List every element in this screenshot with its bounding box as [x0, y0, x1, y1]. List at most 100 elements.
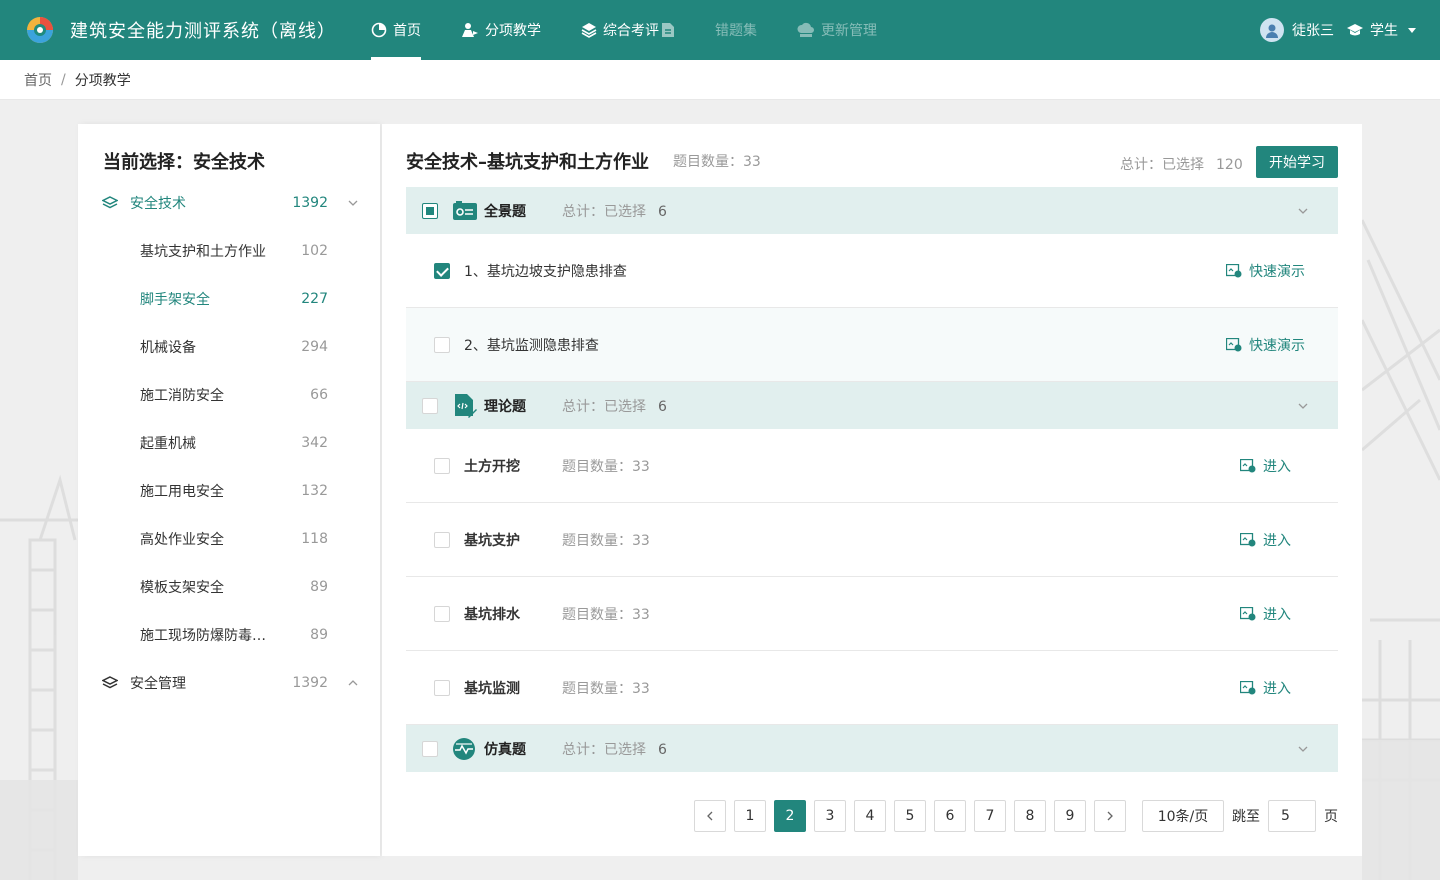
item-label: 基坑支护	[464, 532, 520, 549]
subcategory-count: 66	[310, 387, 328, 403]
question-panel: 安全技术–基坑支护和土方作业 题目数量：33 总计：已选择 120 开始学习 全景…	[382, 124, 1362, 856]
subcategory-count: 89	[310, 579, 328, 595]
item-checkbox[interactable]	[434, 262, 450, 279]
item-label: 基坑排水	[464, 606, 520, 623]
page-button[interactable]: 5	[894, 800, 926, 832]
next-page-button[interactable]	[1094, 800, 1126, 832]
app-title: 建筑安全能力测评系统（离线）	[70, 21, 336, 42]
item-question-count: 题目数量：33	[562, 680, 650, 697]
page-button[interactable]: 3	[814, 800, 846, 832]
group-total: 总计：已选择 6	[562, 201, 667, 221]
subcategory-count: 132	[301, 483, 328, 499]
nav-exam-label: 综合考评	[603, 23, 659, 39]
app-logo-icon	[27, 17, 53, 43]
subcategory-item[interactable]: 高处作业安全 118	[78, 519, 380, 559]
nav-home-label: 首页	[393, 23, 421, 39]
subcategory-count: 118	[301, 531, 328, 547]
quick-demo-label: 快速演示	[1249, 337, 1305, 354]
group-total-label: 总计：已选择	[562, 203, 646, 220]
subcategory-item[interactable]: 施工现场防爆防毒安全 89	[78, 615, 380, 655]
page-button[interactable]: 6	[934, 800, 966, 832]
current-selection-title: 当前选择：安全技术	[103, 152, 265, 173]
group-checkbox[interactable]	[422, 202, 438, 219]
panorama-icon	[453, 200, 477, 220]
group-total-label: 总计：已选择	[562, 398, 646, 415]
subcategory-item[interactable]: 基坑支护和土方作业 102	[78, 231, 380, 271]
jump-to-input[interactable]	[1268, 800, 1316, 832]
user-avatar-icon	[1266, 24, 1278, 38]
subcategory-item[interactable]: 机械设备 294	[78, 327, 380, 367]
enter-label: 进入	[1263, 458, 1291, 475]
page-button[interactable]: 7	[974, 800, 1006, 832]
item-question-count: 题目数量：33	[562, 606, 650, 623]
subcategory-item[interactable]: 模板支架安全 89	[78, 567, 380, 607]
item-checkbox[interactable]	[434, 605, 450, 622]
nav-home[interactable]: 首页	[371, 0, 421, 60]
page-button-current[interactable]: 2	[774, 800, 806, 832]
category-safety-management[interactable]: 安全管理 1392	[78, 663, 380, 703]
demo-play-icon	[1226, 263, 1242, 277]
teaching-icon	[462, 23, 478, 37]
group-checkbox[interactable]	[422, 740, 438, 757]
home-pie-icon	[371, 22, 387, 38]
nav-teaching[interactable]: 分项教学	[461, 0, 541, 60]
nav-exam[interactable]: 综合考评	[581, 0, 675, 60]
subcategory-item[interactable]: 施工用电安全 132	[78, 471, 380, 511]
page-button[interactable]: 1	[734, 800, 766, 832]
subcategory-label: 施工用电安全	[140, 484, 224, 500]
subcategory-label: 机械设备	[140, 340, 196, 356]
item-checkbox[interactable]	[434, 336, 450, 353]
enter-label: 进入	[1263, 606, 1291, 623]
subcategory-item[interactable]: 脚手架安全 227	[78, 279, 380, 319]
start-learning-button[interactable]: 开始学习	[1256, 146, 1338, 178]
total-selected: 总计：已选择 120	[1120, 154, 1243, 174]
quick-demo-button[interactable]: 快速演示	[1226, 335, 1305, 355]
nav-wrong-questions: 错题集	[715, 0, 757, 60]
chevron-down-icon	[1298, 208, 1308, 214]
enter-button[interactable]: 进入	[1240, 604, 1291, 624]
chevron-left-icon	[707, 811, 713, 821]
item-checkbox[interactable]	[434, 531, 450, 548]
category-safety-technology[interactable]: 安全技术 1392	[78, 183, 380, 223]
page-button[interactable]: 9	[1054, 800, 1086, 832]
prev-page-button[interactable]	[694, 800, 726, 832]
enter-label: 进入	[1263, 532, 1291, 549]
item-checkbox[interactable]	[434, 679, 450, 696]
group-header-panorama[interactable]: 全景题 总计：已选择 6	[406, 187, 1338, 234]
item-question-count: 题目数量：33	[562, 458, 650, 475]
list-item: 基坑支护 题目数量：33 进入	[406, 503, 1338, 577]
subcategory-label: 高处作业安全	[140, 532, 224, 548]
group-header-theory[interactable]: 理论题 总计：已选择 6	[406, 382, 1338, 429]
enter-button[interactable]: 进入	[1240, 456, 1291, 476]
user-menu[interactable]: 徒张三 学生	[1260, 0, 1416, 60]
simulation-icon	[453, 737, 475, 760]
breadcrumb: 首页 / 分项教学	[0, 60, 1440, 100]
breadcrumb-home[interactable]: 首页	[24, 70, 52, 90]
quick-demo-label: 快速演示	[1249, 263, 1305, 280]
group-total: 总计：已选择 6	[562, 396, 667, 416]
group-header-simulation[interactable]: 仿真题 总计：已选择 6	[406, 725, 1338, 772]
enter-button[interactable]: 进入	[1240, 530, 1291, 550]
page-button[interactable]: 4	[854, 800, 886, 832]
group-total-label: 总计：已选择	[562, 741, 646, 758]
item-checkbox[interactable]	[434, 457, 450, 474]
quick-demo-button[interactable]: 快速演示	[1226, 261, 1305, 281]
page-button[interactable]: 8	[1014, 800, 1046, 832]
pagination: 1 2 3 4 5 6 7 8 9 10条/页 跳至 页	[694, 800, 1338, 832]
group-total-value: 6	[658, 741, 667, 758]
breadcrumb-separator: /	[61, 71, 66, 88]
page-size-select[interactable]: 10条/页	[1142, 800, 1224, 832]
subcategory-item[interactable]: 施工消防安全 66	[78, 375, 380, 415]
subcategory-label: 施工现场防爆防毒安全	[140, 628, 270, 644]
code-doc-icon	[455, 393, 477, 418]
subcategory-label: 模板支架安全	[140, 580, 224, 596]
subcategory-count: 89	[310, 627, 328, 643]
list-item: 土方开挖 题目数量：33 进入	[406, 429, 1338, 503]
list-item: 2、基坑监测隐患排查 快速演示	[406, 308, 1338, 382]
group-checkbox[interactable]	[422, 397, 438, 414]
category-label: 安全管理	[130, 676, 186, 692]
total-selected-value: 120	[1216, 157, 1243, 173]
group-total-value: 6	[658, 398, 667, 415]
subcategory-item[interactable]: 起重机械 342	[78, 423, 380, 463]
enter-button[interactable]: 进入	[1240, 678, 1291, 698]
